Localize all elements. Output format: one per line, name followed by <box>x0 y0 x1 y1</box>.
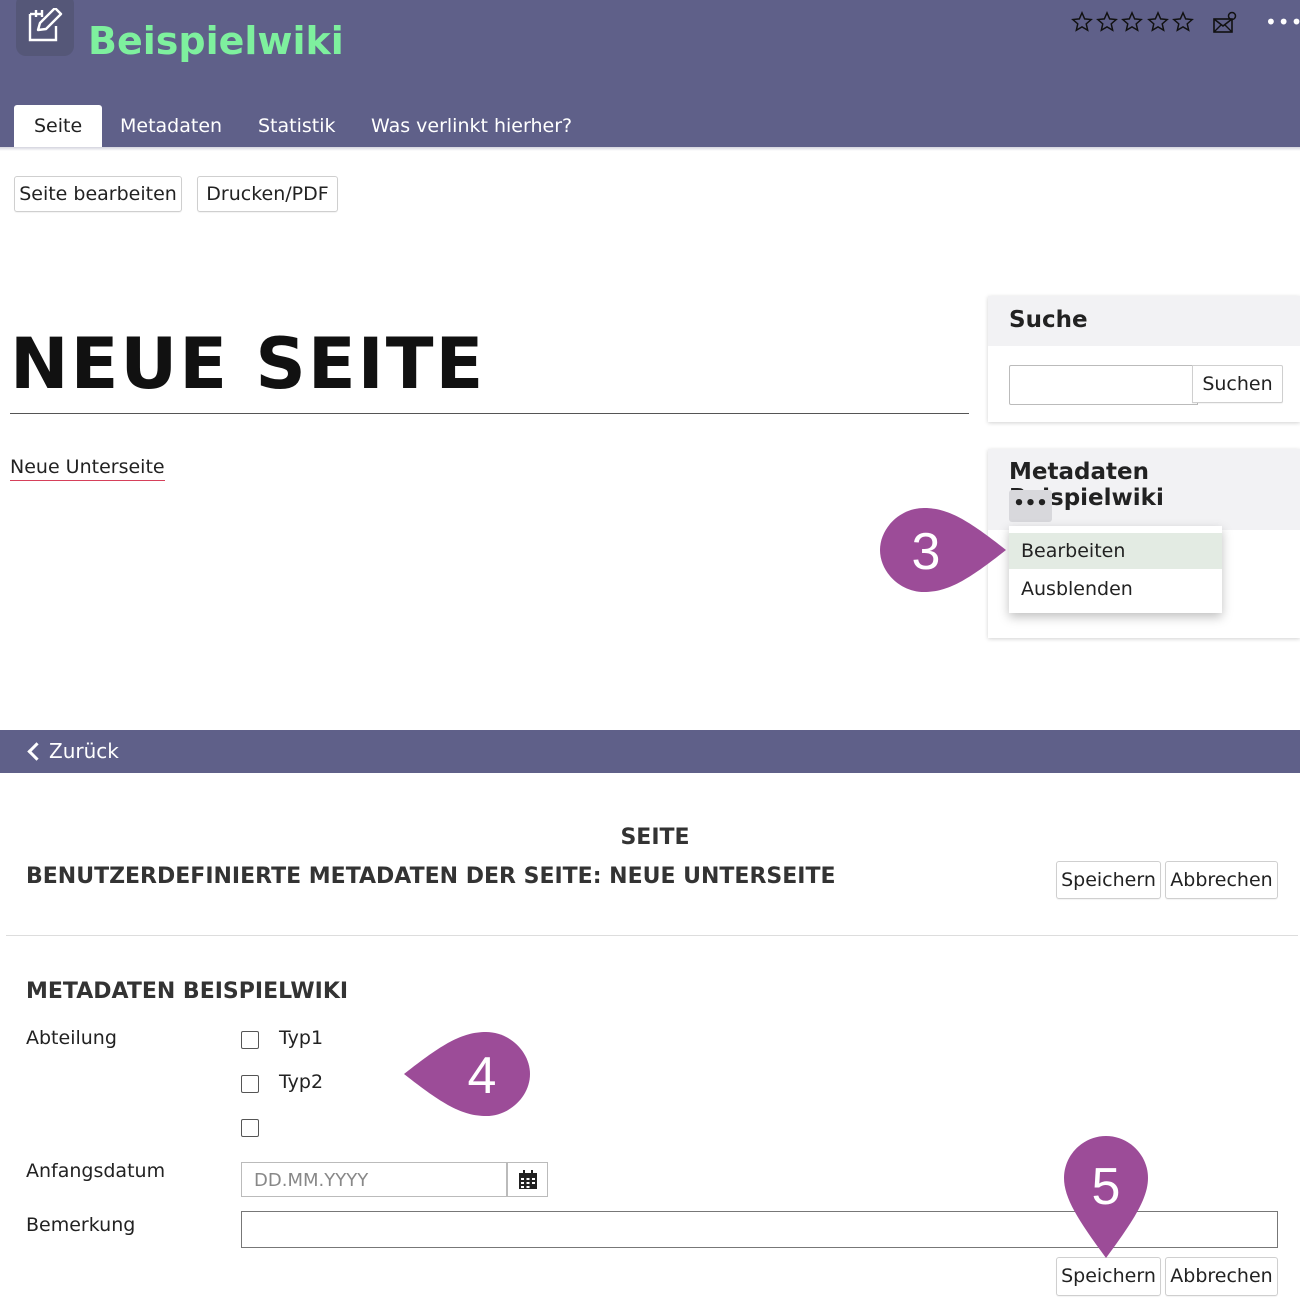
metadata-more-button[interactable]: ••• <box>1009 490 1052 522</box>
metadata-panel-title: Metadaten Beispielwiki <box>1009 459 1164 511</box>
form-divider <box>6 935 1298 936</box>
checkbox-typ1[interactable] <box>241 1031 259 1049</box>
back-bar <box>0 730 1300 773</box>
step-marker-5-label: 5 <box>1091 1158 1121 1216</box>
tab-was-verlinkt-hierher[interactable]: Was verlinkt hierher? <box>351 105 592 147</box>
print-pdf-button[interactable]: Drucken/PDF <box>197 176 338 212</box>
back-label: Zurück <box>49 739 119 763</box>
back-link[interactable]: Zurück <box>27 730 119 773</box>
search-input[interactable] <box>1009 365 1198 405</box>
star-icon[interactable] <box>1172 11 1194 33</box>
tab-metadaten[interactable]: Metadaten <box>100 105 242 147</box>
start-date-label: Anfangsdatum <box>26 1160 166 1182</box>
app-title[interactable]: Beispielwiki <box>88 18 344 64</box>
title-divider <box>10 413 969 414</box>
star-icon[interactable] <box>1071 11 1093 33</box>
edit-note-icon <box>28 8 63 42</box>
star-icon[interactable] <box>1147 11 1169 33</box>
subpage-link[interactable]: Neue Unterseite <box>10 456 165 481</box>
edit-page-button[interactable]: Seite bearbeiten <box>14 176 182 212</box>
menu-item-ausblenden[interactable]: Ausblenden <box>1009 571 1222 607</box>
app-logo[interactable] <box>16 0 74 56</box>
tab-statistik[interactable]: Statistik <box>238 105 356 147</box>
step-marker-3-label: 3 <box>911 523 941 581</box>
cancel-button-top[interactable]: Abbrechen <box>1165 861 1278 899</box>
step-marker-4-label: 4 <box>467 1047 497 1105</box>
cancel-button-bottom[interactable]: Abbrechen <box>1165 1257 1278 1296</box>
form-supertitle: SEITE <box>620 825 690 850</box>
start-date-input[interactable]: DD.MM.YYYY <box>241 1162 507 1197</box>
remark-label: Bemerkung <box>26 1214 136 1236</box>
page-title: NEUE SEITE <box>10 323 486 405</box>
calendar-button[interactable] <box>507 1162 548 1197</box>
checkbox-typ1-label: Typ1 <box>279 1027 324 1049</box>
chevron-left-icon <box>27 742 46 761</box>
calendar-icon <box>519 1170 537 1189</box>
checkbox-empty[interactable] <box>241 1119 259 1137</box>
tab-seite[interactable]: Seite <box>14 105 103 147</box>
form-title: BENUTZERDEFINIERTE METADATEN DER SEITE: … <box>26 864 836 889</box>
search-button[interactable]: Suchen <box>1192 365 1283 403</box>
mail-subscribe-icon[interactable] <box>1212 11 1238 35</box>
checkbox-typ2-label: Typ2 <box>279 1071 324 1093</box>
more-options-icon[interactable]: ••• <box>1265 10 1300 34</box>
department-label: Abteilung <box>26 1027 117 1049</box>
star-icon[interactable] <box>1121 11 1143 33</box>
star-icon[interactable] <box>1096 11 1118 33</box>
search-panel-title: Suche <box>1009 307 1088 333</box>
header-shadow <box>0 147 1300 151</box>
save-button-top[interactable]: Speichern <box>1056 861 1161 899</box>
section-title: METADATEN BEISPIELWIKI <box>26 979 349 1004</box>
menu-item-bearbeiten[interactable]: Bearbeiten <box>1009 533 1222 569</box>
save-button-bottom[interactable]: Speichern <box>1056 1257 1161 1296</box>
checkbox-typ2[interactable] <box>241 1075 259 1093</box>
